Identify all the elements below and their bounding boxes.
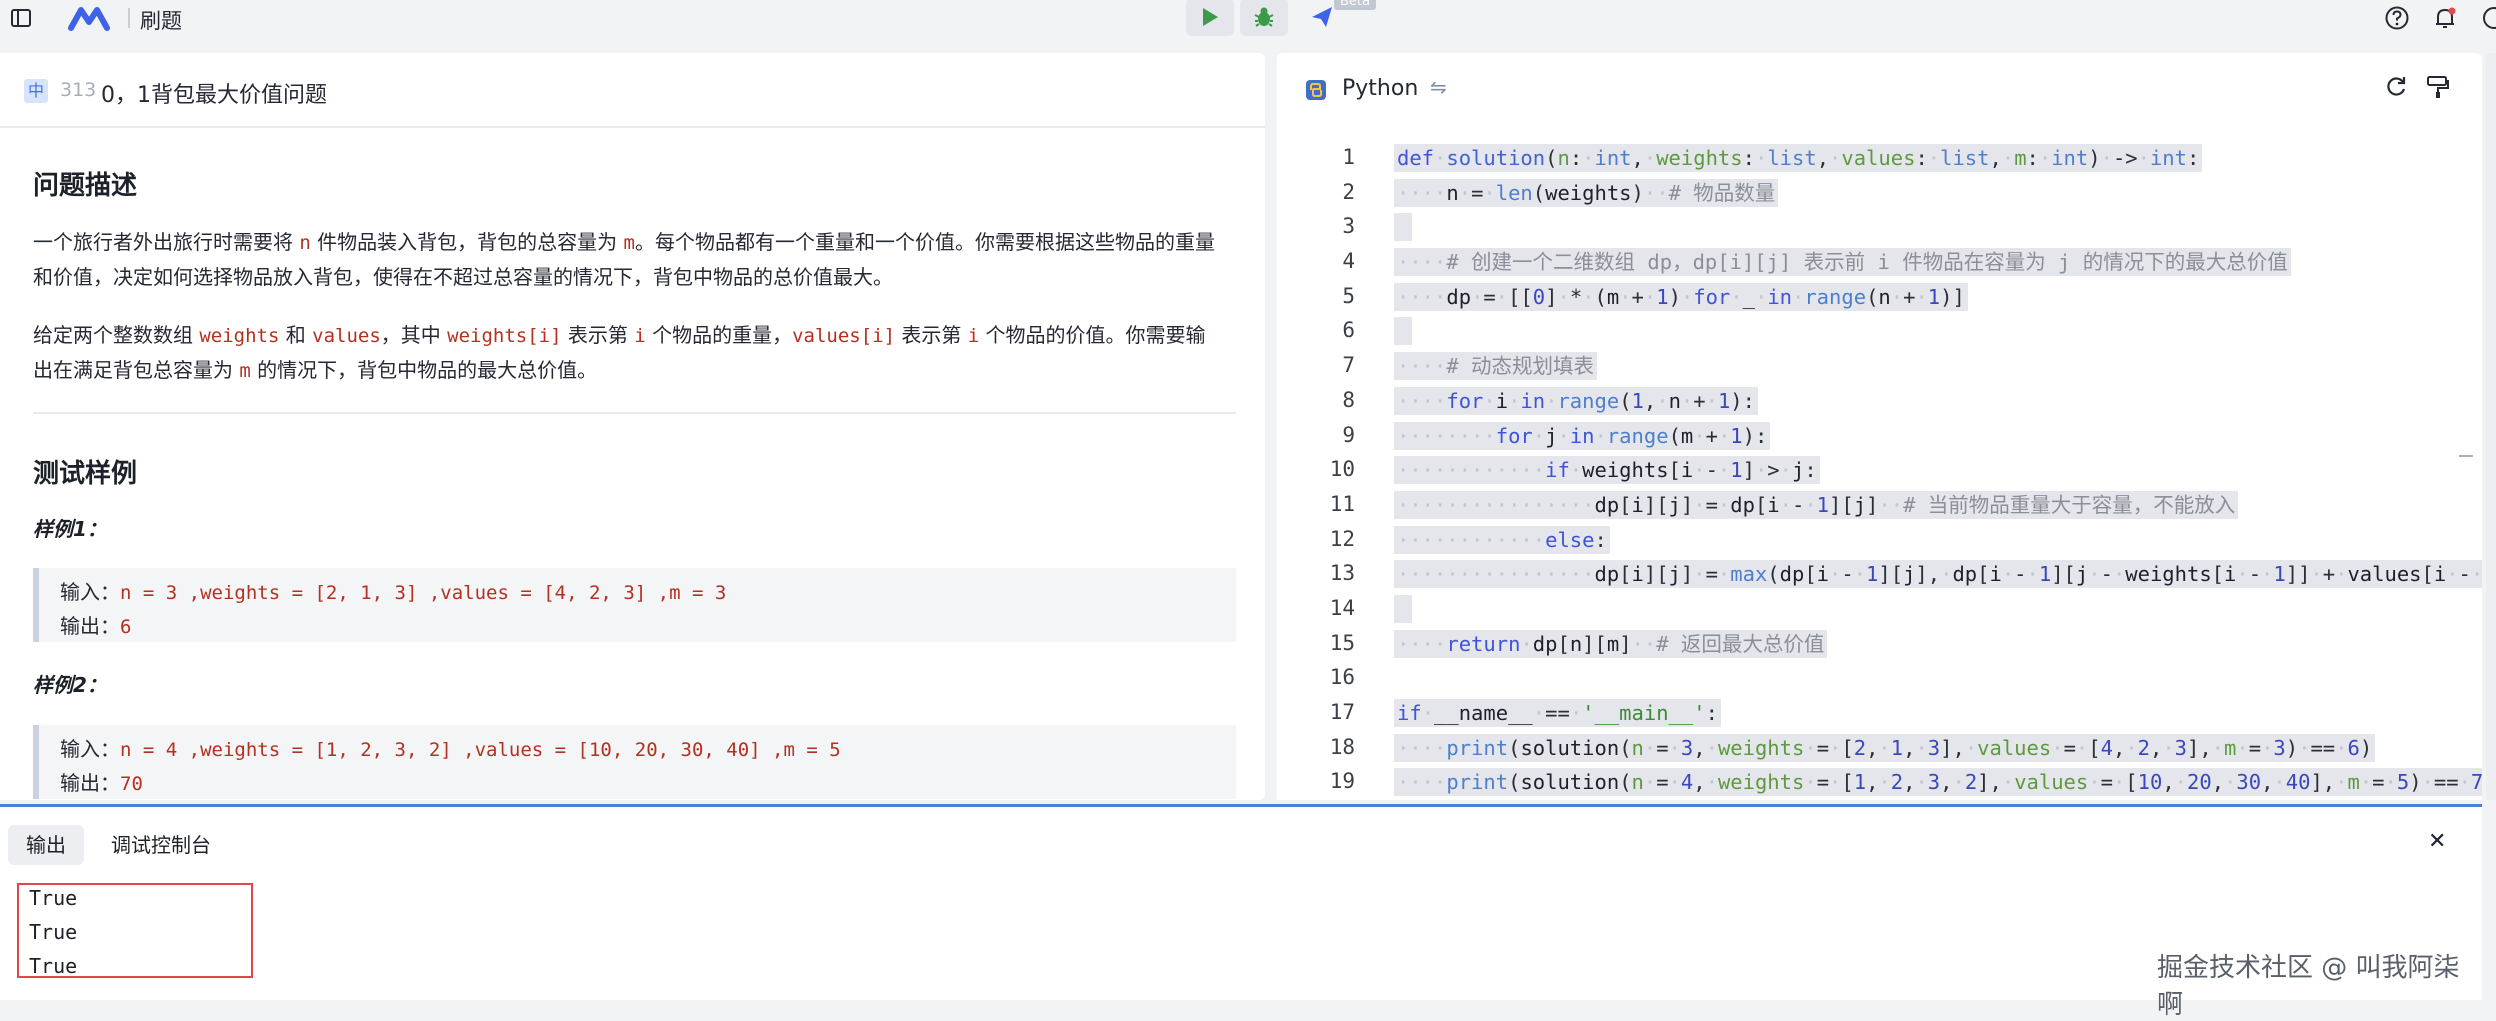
question-panel: 中 313 0，1背包最大价值问题 问题描述 一个旅行者外出旅行时需要将 n 件… — [0, 53, 1265, 800]
marscode-logo-icon[interactable] — [66, 0, 112, 36]
code-line: 9 ········for·j·in·range(m·+·1): — [1277, 419, 2482, 454]
example-2-output: 输出：70 — [60, 771, 143, 795]
beta-badge: Beta — [1334, 0, 1376, 10]
code-line: 2 ····n·=·len(weights)··# 物品数量 — [1277, 176, 2482, 211]
tab-output[interactable]: 输出 — [8, 825, 84, 865]
example-2-label: 样例2： — [33, 673, 107, 697]
output-panel: 输出 调试控制台 ✕ True True True 掘金技术社区 @ 叫我阿柒啊 — [0, 804, 2482, 1020]
editor-header: Python ⇋ — [1277, 53, 2482, 127]
code-line: 16 — [1329, 665, 1355, 690]
close-icon[interactable]: ✕ — [2428, 829, 2446, 854]
code-line: 19 ····print(solution(n·=·4,·weights·=·[1… — [1277, 765, 2482, 800]
code-line: 8 ····for·i·in·range(1,·n·+·1): — [1277, 384, 2482, 419]
code-line: 5 ····dp·=·[[0]·*·(m·+·1)·for·_·in·range(… — [1277, 280, 2482, 315]
question-header: 中 313 0，1背包最大价值问题 — [0, 53, 1265, 128]
code-line: 6 — [1277, 314, 2482, 349]
language-selector[interactable]: Python — [1342, 76, 1418, 101]
reset-code-icon[interactable] — [2382, 73, 2410, 101]
description-heading: 问题描述 — [33, 171, 138, 201]
section-divider — [33, 412, 1236, 414]
output-line: True — [29, 920, 78, 944]
code-line: 3 — [1277, 210, 2482, 245]
output-line: True — [29, 954, 78, 978]
code-line: 11 ················dp[i][j]·=·dp[i·-·1][j… — [1277, 488, 2482, 523]
tab-debug-console[interactable]: 调试控制台 — [111, 825, 211, 865]
send-icon — [1312, 7, 1332, 27]
debug-button[interactable] — [1240, 0, 1288, 36]
code-area[interactable]: 1 def·solution(n:·int,·weights:·list,·val… — [1277, 141, 2482, 800]
divider — [128, 8, 130, 28]
difficulty-badge: 中 — [24, 79, 48, 103]
notification-bell-icon[interactable] — [2428, 0, 2462, 36]
right-edge-strip — [2486, 53, 2496, 800]
code-editor-panel: Python ⇋ 1 def·solution(n:·int,·weights:·… — [1277, 53, 2482, 800]
help-icon[interactable] — [2380, 0, 2414, 36]
editor-scrollbar[interactable] — [2459, 455, 2473, 457]
swap-language-icon[interactable]: ⇋ — [1430, 75, 1447, 99]
description-paragraph-2: 给定两个整数数组 weights 和 values，其中 weights[i] … — [33, 323, 1206, 382]
output-result-box: True True True — [17, 883, 253, 978]
question-title: 0，1背包最大价值问题 — [101, 83, 327, 108]
user-avatar-icon[interactable] — [2480, 0, 2496, 36]
code-line: 4 ····# 创建一个二维数组 dp，dp[i][j] 表示前 i 件物品在容量… — [1277, 245, 2482, 280]
code-line: 15 ····return·dp[n][m]··# 返回最大总价值 — [1277, 627, 2482, 662]
play-icon — [1203, 8, 1218, 26]
bug-icon — [1254, 7, 1274, 27]
watermark: 掘金技术社区 @ 叫我阿柒啊 — [2157, 953, 2460, 1020]
examples-heading: 测试样例 — [33, 459, 138, 489]
code-line: 1 def·solution(n:·int,·weights:·list,·val… — [1277, 141, 2482, 176]
python-icon — [1306, 80, 1326, 100]
output-line: True — [29, 886, 78, 910]
code-line: 7 ····# 动态规划填表 — [1277, 349, 2482, 384]
description-paragraph-1: 一个旅行者外出旅行时需要将 n 件物品装入背包，背包的总容量为 m。每个物品都有… — [33, 230, 1215, 289]
format-code-icon[interactable] — [2424, 73, 2452, 101]
example-1-output: 输出：6 — [60, 614, 132, 638]
example-1-input: 输入：n = 3 ,weights = [2, 1, 3] ,values = … — [60, 580, 727, 604]
example-1-label: 样例1： — [33, 517, 107, 541]
example-2-box: 输入：n = 4 ,weights = [1, 2, 3, 2] ,values… — [33, 725, 1236, 799]
code-line: 12 ············else: — [1277, 523, 2482, 558]
example-2-input: 输入：n = 4 ,weights = [1, 2, 3, 2] ,values… — [60, 737, 841, 761]
run-button[interactable] — [1186, 0, 1234, 36]
example-1-box: 输入：n = 3 ,weights = [2, 1, 3] ,values = … — [33, 568, 1236, 642]
code-line: 10 ············if·weights[i·-·1]·>·j: — [1277, 453, 2482, 488]
code-line: 18 ····print(solution(n·=·3,·weights·=·[2… — [1277, 731, 2482, 766]
code-line: 14 — [1277, 592, 2482, 627]
sidebar-toggle-icon[interactable] — [6, 0, 36, 36]
question-number: 313 — [60, 79, 97, 101]
code-line: 17 if·__name__·==·'__main__': — [1277, 696, 2482, 731]
top-bar: 刷题 Beta — [0, 0, 2496, 36]
page-title: 刷题 — [140, 9, 182, 33]
code-line: 13 ················dp[i][j]·=·max(dp[i·-·… — [1277, 557, 2482, 592]
